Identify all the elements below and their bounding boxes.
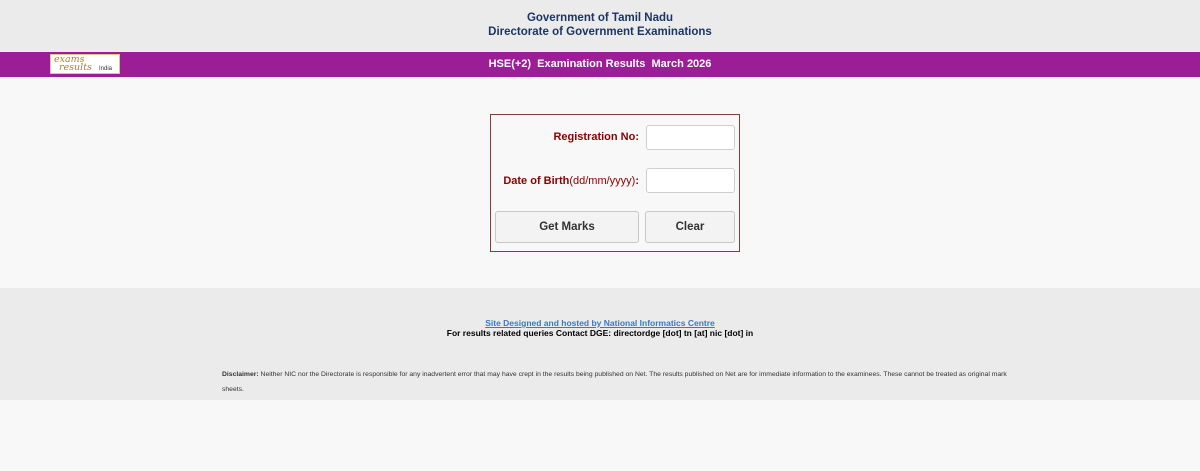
dob-format-hint: (dd/mm/yyyy) (569, 175, 636, 187)
results-form: Registration No: Date of Birth(dd/mm/yyy… (490, 114, 740, 252)
registration-label: Registration No: (553, 131, 639, 143)
dob-label-colon: : (635, 175, 639, 187)
contact-info: For results related queries Contact DGE:… (446, 328, 754, 338)
title-banner: exams results India HSE(+2) Examination … (0, 52, 1200, 77)
dob-label-text: Date of Birth (503, 175, 570, 187)
disclaimer-text: Neither NIC nor the Directorate is respo… (222, 371, 1007, 393)
nic-credit-link[interactable]: Site Designed and hosted by National Inf… (0, 318, 1200, 328)
registration-input[interactable] (646, 125, 735, 150)
footer: Site Designed and hosted by National Inf… (0, 288, 1200, 400)
disclaimer-label: Disclaimer: (222, 371, 259, 378)
clear-button[interactable]: Clear (645, 211, 735, 243)
dob-label: Date of Birth(dd/mm/yyyy): (503, 175, 639, 187)
disclaimer: Disclaimer: Neither NIC nor the Director… (222, 367, 1012, 397)
get-marks-button[interactable]: Get Marks (495, 211, 639, 243)
dob-input[interactable] (646, 168, 735, 193)
directorate-title: Directorate of Government Examinations (488, 26, 712, 38)
top-header: Government of Tamil Nadu Directorate of … (0, 0, 1200, 52)
government-title: Government of Tamil Nadu (526, 12, 674, 24)
exam-results-title: HSE(+2) Examination Results March 2026 (488, 58, 712, 70)
